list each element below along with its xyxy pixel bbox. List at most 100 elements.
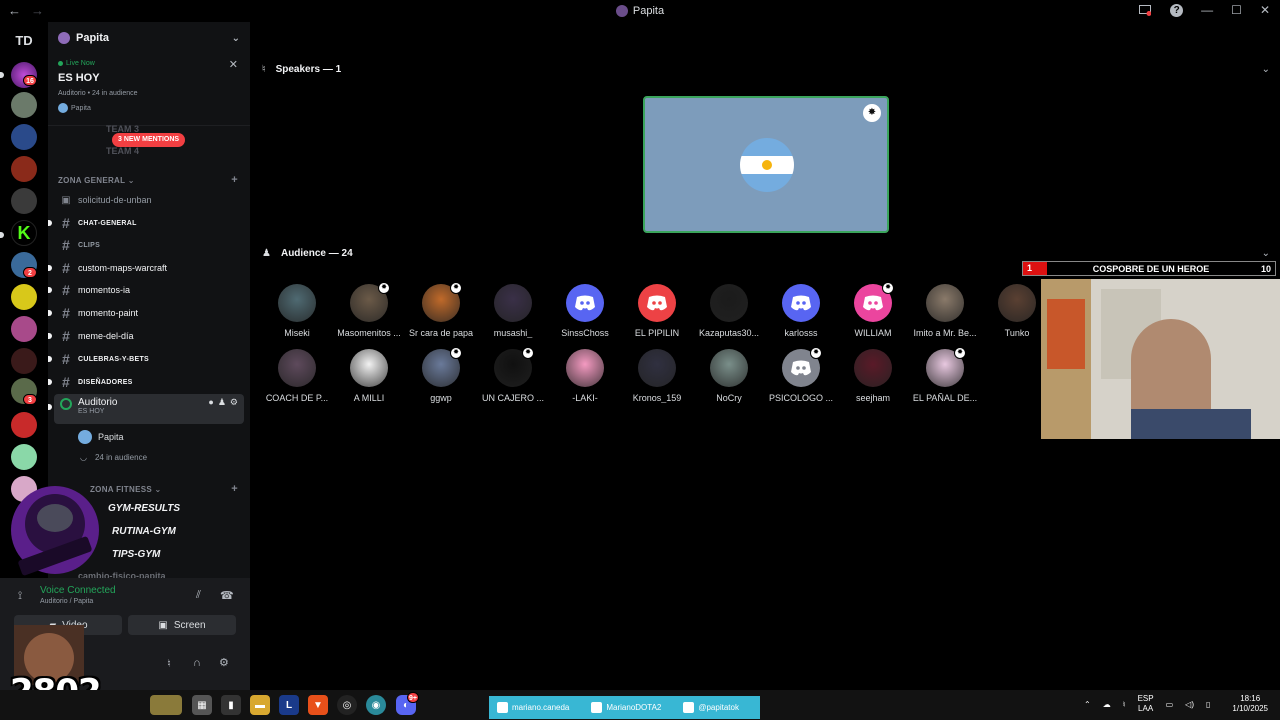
audience-member[interactable]: ✸ PSICOLOGO ... [765, 347, 837, 403]
live-now-card[interactable]: Live Now ES HOY Auditorio • 24 in audien… [48, 54, 250, 126]
home-button[interactable]: TD [8, 30, 40, 52]
audience-member[interactable]: Kazaputas30... [693, 284, 765, 338]
chevron-down-icon[interactable]: ⌄ [1262, 248, 1270, 259]
server-icon[interactable] [11, 444, 37, 470]
avatar [494, 284, 532, 322]
channel-rutina-gym[interactable]: RUTINA-GYM [112, 526, 176, 537]
audience-member[interactable]: musashi_ [477, 284, 549, 338]
unread-indicator [0, 232, 4, 238]
add-channel-icon[interactable]: + [231, 483, 238, 495]
widgets-icon[interactable] [150, 695, 182, 715]
gear-icon[interactable]: ⚙ [230, 397, 238, 408]
server-icon[interactable] [11, 92, 37, 118]
channel-meme-del-dia[interactable]: # meme-del-día [48, 326, 244, 346]
server-icon[interactable] [11, 156, 37, 182]
audience-member[interactable]: ✸ WILLIAM [837, 282, 909, 338]
audience-member[interactable]: Kronos_159 [621, 349, 693, 403]
hash-icon: # [62, 260, 70, 276]
server-header[interactable]: Papita ⌄ [48, 22, 250, 54]
chat-icon[interactable]: ● [208, 397, 213, 408]
chevron-down-icon[interactable]: ⌄ [1262, 64, 1270, 75]
add-member-icon[interactable]: ♟ [218, 397, 226, 408]
category-zona-general[interactable]: ZONA GENERAL ⌄ + [58, 174, 238, 186]
audience-member-name: musashi_ [493, 328, 533, 338]
channel-clips[interactable]: # CLIPS [54, 235, 244, 255]
server-icon[interactable] [11, 316, 37, 342]
new-mentions-pill[interactable]: 3 NEW MENTIONS [112, 133, 186, 147]
file-explorer-icon[interactable]: ▬ [250, 695, 270, 715]
channel-tips-gym[interactable]: TIPS-GYM [112, 549, 160, 560]
audience-member[interactable]: ✸ ggwp [405, 347, 477, 403]
hash-icon: # [61, 351, 71, 367]
audience-member[interactable]: A MILLI [333, 349, 405, 403]
server-icon[interactable] [11, 124, 37, 150]
stage-channel-auditorio[interactable]: Auditorio ES HOY ● ♟ ⚙ [48, 394, 244, 424]
audience-member[interactable]: ✸ Masomenitos ... [333, 282, 405, 338]
voice-location[interactable]: Auditorio / Papita [40, 598, 93, 605]
channel-momentos-ia[interactable]: # momentos-ia [48, 280, 244, 300]
audience-member[interactable]: ✸ UN CAJERO ... [477, 347, 549, 403]
live-host: Papita [58, 103, 240, 113]
category-zona-fitness[interactable]: ZONA FITNESS ⌄ + [90, 483, 238, 495]
signal-icon: ⟟ [18, 590, 23, 602]
audience-member[interactable]: Miseki [261, 284, 333, 338]
browser-icon[interactable]: ◉ [366, 695, 386, 715]
minimize-icon[interactable]: — [1201, 3, 1213, 17]
cloud-icon[interactable]: ☁ [1103, 700, 1111, 709]
unread-indicator [48, 287, 52, 293]
channel-momento-paint[interactable]: # momento-paint [48, 303, 244, 323]
audience-member[interactable]: NoCry [693, 349, 765, 403]
audience-member[interactable]: COACH DE P... [261, 349, 333, 403]
audience-member[interactable]: -LAKI- [549, 349, 621, 403]
audience-member[interactable]: Imito a Mr. Be... [909, 284, 981, 338]
audience-member[interactable]: ✸ EL PAÑAL DE... [909, 347, 981, 403]
microphone-icon[interactable]: ♮ [167, 657, 171, 670]
chevron-up-icon[interactable]: ⌃ [1084, 700, 1091, 709]
channel-custom-maps-warcraft[interactable]: # custom-maps-warcraft [48, 258, 244, 278]
server-icon[interactable] [11, 348, 37, 374]
audience-member[interactable]: ✸ Sr cara de papa [405, 282, 477, 338]
screen-button[interactable]: ▣ Screen [128, 615, 236, 635]
live-meta: Auditorio • 24 in audience [58, 90, 138, 97]
app-l-icon[interactable]: L [279, 695, 299, 715]
headphones-icon[interactable]: ∩ [193, 657, 201, 669]
help-icon[interactable]: ? [1170, 3, 1184, 17]
app-icon[interactable]: ▮ [221, 695, 241, 715]
app-icon[interactable]: ◎ [337, 695, 357, 715]
channel-solicitud-de-unban[interactable]: ▣ solicitud-de-unban [54, 190, 244, 210]
channel-disenadores[interactable]: # DISEÑADORES [48, 372, 244, 392]
battery-icon[interactable]: ▯ [1206, 700, 1210, 709]
voice-status[interactable]: Voice Connected [40, 585, 116, 596]
clock[interactable]: 18:16 1/10/2025 [1232, 694, 1268, 714]
audience-member[interactable]: seejham [837, 349, 909, 403]
noise-suppression-icon[interactable]: ⫽ [196, 589, 201, 602]
audience-member[interactable]: karlosss [765, 284, 837, 338]
audience-member-name: PSICOLOGO ... [768, 393, 833, 403]
server-icon[interactable] [11, 284, 37, 310]
avatar [926, 284, 964, 322]
stage-speaker[interactable]: Papita [78, 430, 124, 444]
network-icon[interactable]: ▭ [1166, 700, 1174, 709]
close-icon[interactable]: ✕ [1260, 3, 1270, 17]
add-channel-icon[interactable]: + [231, 174, 238, 186]
channel-chat-general[interactable]: # CHAT-GENERAL [48, 213, 244, 233]
microphone-icon[interactable]: ♮ [1123, 700, 1126, 709]
inbox-icon[interactable] [1138, 3, 1152, 17]
volume-icon[interactable]: ◁) [1185, 700, 1194, 709]
audience-member[interactable]: EL PIPILIN [621, 284, 693, 338]
server-icon[interactable] [11, 188, 37, 214]
audience-member[interactable]: SinssChoss [549, 284, 621, 338]
channel-culebras-y-bets[interactable]: # CULEBRAS-Y-BETS [48, 349, 244, 369]
brave-icon[interactable]: ▼ [308, 695, 328, 715]
channel-gym-results[interactable]: GYM-RESULTS [108, 503, 180, 514]
gear-icon[interactable]: ⚙ [219, 656, 229, 669]
server-icon[interactable] [11, 412, 37, 438]
disconnect-icon[interactable]: ☎ [220, 589, 234, 602]
language-indicator[interactable]: ESP LAA [1138, 694, 1154, 714]
channel-faded[interactable]: TEAM 4 [106, 146, 139, 156]
task-view-icon[interactable]: ▦ [192, 695, 212, 715]
close-icon[interactable]: ✕ [229, 58, 238, 71]
speaker-tile[interactable]: ✸ [643, 96, 889, 233]
server-icon[interactable]: K [11, 220, 37, 246]
maximize-icon[interactable]: ☐ [1231, 3, 1242, 17]
